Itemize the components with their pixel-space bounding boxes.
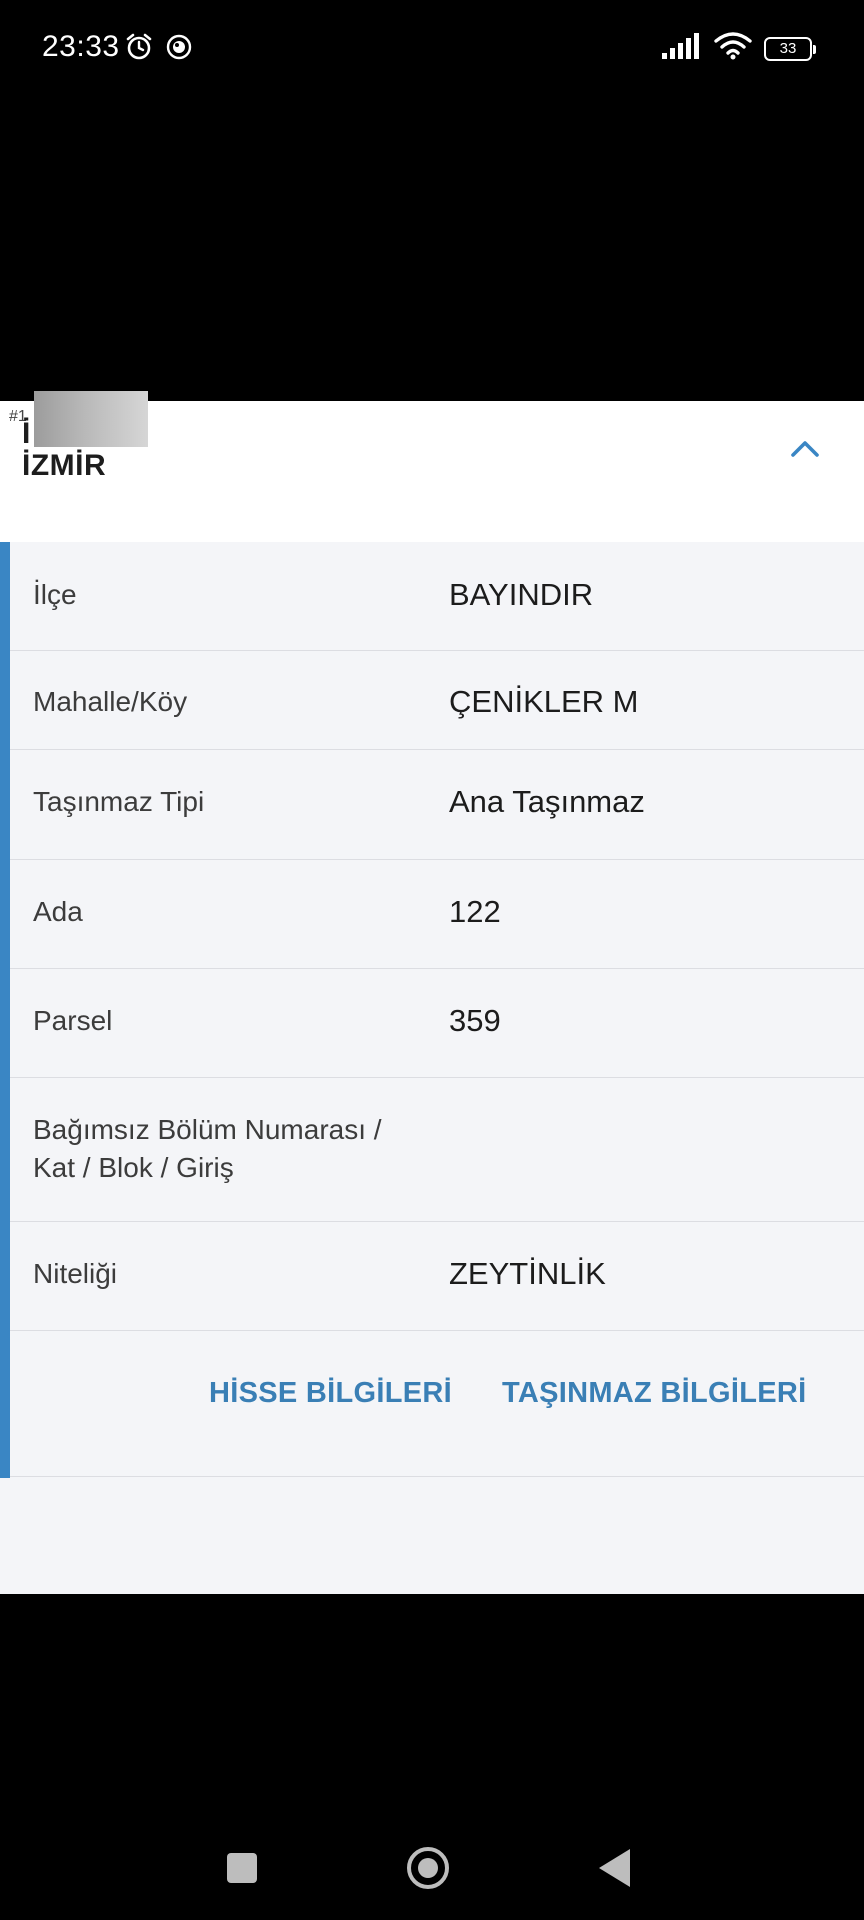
row-label: Niteliği [33,1258,118,1289]
row-label-line1: Bağımsız Bölüm Numarası / [33,1114,382,1145]
card-header[interactable]: #1 İ İZMİR [0,391,864,542]
row-parcel: Parsel 359 [10,969,864,1078]
row-label: Ada [33,896,83,927]
status-right-icons: 33 [662,32,816,65]
row-value: ÇENİKLER M [449,684,639,719]
card-actions: HİSSE BİLGİLERİ TAŞINMAZ BİLGİLERİ [10,1327,864,1477]
row-label-line2: Kat / Blok / Giriş [33,1152,234,1183]
row-district: İlçe BAYINDIR [10,542,864,651]
app-notification-icon [165,33,193,61]
info-rows: İlçe BAYINDIR Mahalle/Köy ÇENİKLER M Taş… [10,542,864,1331]
property-info-button[interactable]: TAŞINMAZ BİLGİLERİ [502,1377,807,1410]
status-time: 23:33 [42,30,120,63]
row-property-type: Taşınmaz Tipi Ana Taşınmaz [10,750,864,860]
status-bar: 23:33 33 [0,0,864,100]
home-icon[interactable] [407,1847,449,1889]
row-label: Mahalle/Köy [33,686,188,717]
row-quality: Niteliği ZEYTİNLİK [10,1222,864,1331]
row-value: 122 [449,894,501,929]
row-label: Taşınmaz Tipi [33,786,205,817]
wifi-icon [714,32,752,65]
accent-bar [0,542,10,1478]
battery-level: 33 [779,40,797,57]
row-label: İlçe [33,579,77,610]
back-icon[interactable] [599,1849,630,1887]
row-neighborhood: Mahalle/Köy ÇENİKLER M [10,651,864,750]
row-value: BAYINDIR [449,577,594,612]
row-value: Ana Taşınmaz [449,784,645,819]
header-line1: İ [22,417,31,450]
row-unit-number: Bağımsız Bölüm Numarası / Kat / Blok / G… [10,1078,864,1222]
redacted-area [34,391,148,447]
signal-icon [662,33,702,64]
alarm-icon [124,32,154,62]
chevron-up-icon[interactable] [785,433,825,463]
row-block: Ada 122 [10,860,864,969]
row-value: ZEYTİNLİK [449,1256,606,1291]
province-title: İZMİR [22,449,107,482]
battery-icon: 33 [764,36,816,61]
row-label: Bağımsız Bölüm Numarası / Kat / Blok / G… [33,1111,382,1187]
recent-apps-icon[interactable] [227,1853,257,1883]
share-info-button[interactable]: HİSSE BİLGİLERİ [209,1377,452,1410]
row-label: Parsel [33,1005,113,1036]
row-value: 359 [449,1003,501,1038]
